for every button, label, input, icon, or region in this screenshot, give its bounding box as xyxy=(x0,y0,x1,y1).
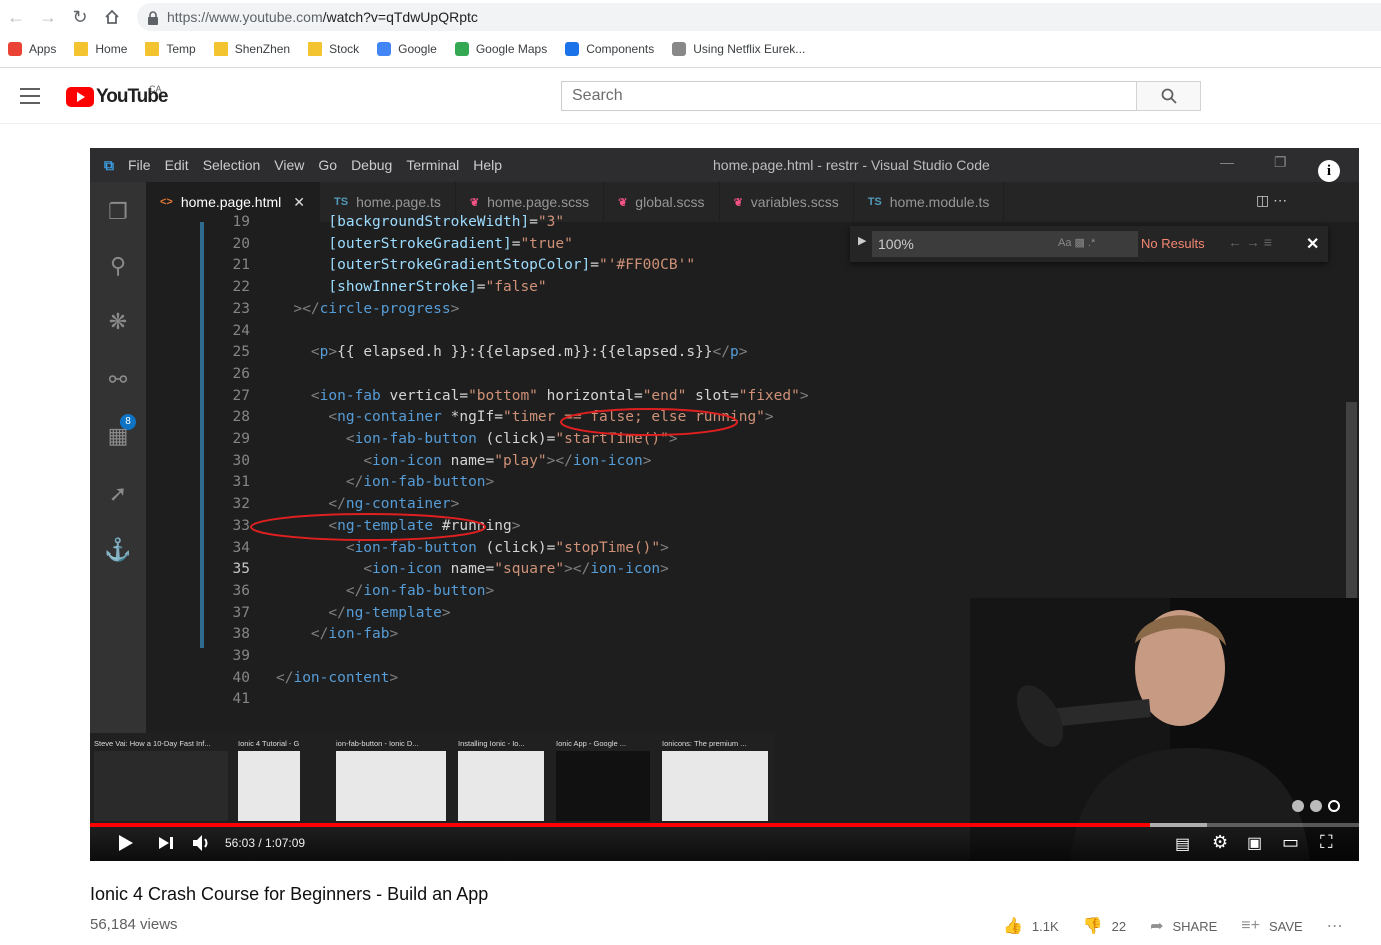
youtube-header: YouTube CA Search xyxy=(0,68,1381,124)
thumbs-down-icon: 👎 xyxy=(1082,918,1103,935)
miniplayer-icon[interactable]: ▣ xyxy=(1247,833,1262,853)
share-arrow-icon: ➦ xyxy=(1150,918,1164,935)
bookmark-label: Stock xyxy=(329,42,360,56)
next-icon[interactable] xyxy=(158,836,174,850)
search-input[interactable]: Search xyxy=(561,81,1137,111)
related-videos-strip: Steve Vai: How a 10-Day Fast Inf... Ionic… xyxy=(90,733,775,823)
related-video-title: Installing Ionic - Io... xyxy=(458,739,525,748)
country-code: CA xyxy=(149,84,162,94)
related-video-thumbnail xyxy=(662,751,768,821)
share-button[interactable]: ➦ SHARE xyxy=(1150,916,1217,936)
presenter-webcam xyxy=(970,598,1359,861)
google-maps-icon xyxy=(454,42,469,56)
globe-icon xyxy=(672,42,687,56)
search-icon xyxy=(1161,88,1177,104)
bookmark-item[interactable]: Stock xyxy=(308,42,359,56)
bookmark-label: Google Maps xyxy=(475,42,548,56)
bookmark-label: Home xyxy=(95,42,128,56)
related-video-title: ion-fab-button - Ionic D... xyxy=(336,739,419,748)
bookmark-label: Using Netflix Eurek... xyxy=(693,42,806,56)
related-video-thumbnail xyxy=(336,751,446,821)
youtube-logo[interactable]: YouTube CA xyxy=(66,84,168,108)
share-label: SHARE xyxy=(1172,918,1218,934)
related-video-title: Ionic App - Google ... xyxy=(556,739,627,748)
bookmark-item[interactable]: Components xyxy=(565,42,654,56)
puzzle-icon xyxy=(565,42,580,56)
view-count: 56,184 views xyxy=(90,916,178,933)
related-video-card[interactable]: Ionic App - Google ... xyxy=(556,739,650,821)
dislike-count: 22 xyxy=(1111,918,1127,934)
autoplay-dots xyxy=(1292,800,1340,812)
playlist-add-icon: ≡+ xyxy=(1241,917,1260,934)
time-display: 56:03 / 1:07:09 xyxy=(225,836,306,850)
player-controls: 56:03 / 1:07:09 ▤ ⚙ ▣ ▭ ⛶ xyxy=(90,828,1359,861)
menu-icon[interactable] xyxy=(20,88,40,104)
related-video-thumbnail xyxy=(556,751,650,821)
search-button[interactable] xyxy=(1136,81,1201,111)
address-bar[interactable]: https://www.youtube.com/watch?v=qTdwUpQR… xyxy=(137,3,1381,31)
dislike-button[interactable]: 👎 22 xyxy=(1083,916,1126,936)
folder-icon xyxy=(74,42,89,56)
fullscreen-icon[interactable]: ⛶ xyxy=(1320,832,1333,853)
folder-icon xyxy=(308,42,323,56)
bookmark-label: ShenZhen xyxy=(234,42,291,56)
progress-bar[interactable] xyxy=(90,823,1359,827)
bookmarks-bar: Apps Home Temp ShenZhen Stock Google Google Ma… xyxy=(0,36,1381,62)
captions-icon[interactable]: ▤ xyxy=(1175,834,1190,854)
video-player[interactable]: ⧉ File Edit Selection View Go Debug Terminal He… xyxy=(90,148,1359,861)
more-dots-icon: ⋯ xyxy=(1326,918,1343,935)
url-text: https://www.youtube.com/watch?v=qTdwUpQR… xyxy=(167,9,478,25)
like-button[interactable]: 👍 1.1K xyxy=(1003,916,1059,936)
related-video-thumbnail xyxy=(458,751,544,821)
youtube-play-icon xyxy=(66,87,94,107)
folder-icon xyxy=(213,42,228,56)
related-video-thumbnail xyxy=(94,751,228,821)
related-video-card[interactable]: ion-fab-button - Ionic D... xyxy=(336,739,446,821)
related-video-card[interactable]: Steve Vai: How a 10-Day Fast Inf... xyxy=(94,739,228,821)
video-actions: 👍 1.1K 👎 22 ➦ SHARE ≡+ SAVE ⋯ xyxy=(1003,916,1376,936)
home-icon[interactable] xyxy=(98,3,126,31)
theater-mode-icon[interactable]: ▭ xyxy=(1282,832,1299,853)
bookmark-item[interactable]: ShenZhen xyxy=(213,42,291,56)
apps-grid-icon xyxy=(8,42,22,56)
settings-gear-icon[interactable]: ⚙ xyxy=(1212,832,1228,853)
related-video-title: Steve Vai: How a 10-Day Fast Inf... xyxy=(94,739,211,748)
bookmark-label: Components xyxy=(586,42,655,56)
bookmark-item[interactable]: Google Maps xyxy=(454,42,548,56)
lock-icon xyxy=(147,10,159,25)
bookmark-item[interactable]: Using Netflix Eurek... xyxy=(672,42,805,56)
bookmark-item[interactable]: Apps xyxy=(8,42,56,56)
thumbs-up-icon: 👍 xyxy=(1003,918,1023,935)
save-button[interactable]: ≡+ SAVE xyxy=(1241,917,1302,935)
related-video-title: Ionicons: The premium ... xyxy=(662,739,747,748)
search-placeholder: Search xyxy=(572,87,623,104)
browser-toolbar: ← → ↻ https://www.youtube.com/watch?v=qT… xyxy=(0,0,1381,34)
bookmark-item[interactable]: Temp xyxy=(145,42,196,56)
bookmark-item[interactable]: Home xyxy=(74,42,127,56)
video-title: Ionic 4 Crash Course for Beginners - Bui… xyxy=(90,884,489,904)
bookmark-label: Apps xyxy=(29,42,57,56)
related-video-card[interactable]: Ionic 4 Tutorial - G... xyxy=(238,739,300,821)
back-arrow-icon[interactable]: ← xyxy=(2,3,30,31)
related-video-card[interactable]: Ionicons: The premium ... xyxy=(662,739,768,821)
forward-arrow-icon[interactable]: → xyxy=(34,3,62,31)
play-icon[interactable] xyxy=(118,834,134,852)
related-video-card[interactable]: Installing Ionic - Io... xyxy=(458,739,544,821)
bookmark-item[interactable]: Google xyxy=(377,42,437,56)
more-options-button[interactable]: ⋯ xyxy=(1327,916,1352,936)
bookmark-label: Temp xyxy=(166,42,196,56)
folder-icon xyxy=(145,42,160,56)
related-video-title: Ionic 4 Tutorial - G... xyxy=(238,739,300,748)
save-label: SAVE xyxy=(1268,918,1303,934)
related-video-thumbnail xyxy=(238,751,300,821)
volume-icon[interactable] xyxy=(192,834,212,852)
google-icon xyxy=(377,42,392,56)
reload-icon[interactable]: ↻ xyxy=(66,3,94,31)
bookmark-label: Google xyxy=(398,42,437,56)
like-count: 1.1K xyxy=(1031,918,1059,934)
